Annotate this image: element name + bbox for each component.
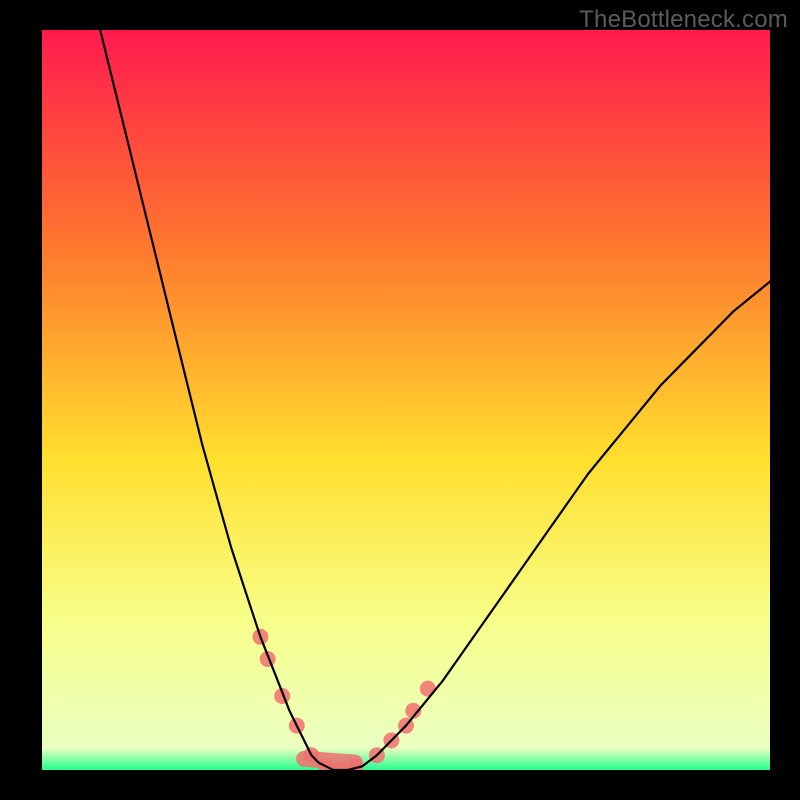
chart-frame: TheBottleneck.com — [0, 0, 800, 800]
marker-dot — [420, 681, 436, 697]
plot-area — [42, 30, 770, 770]
chart-svg — [42, 30, 770, 770]
watermark-text: TheBottleneck.com — [579, 6, 788, 34]
gradient-background — [42, 30, 770, 770]
